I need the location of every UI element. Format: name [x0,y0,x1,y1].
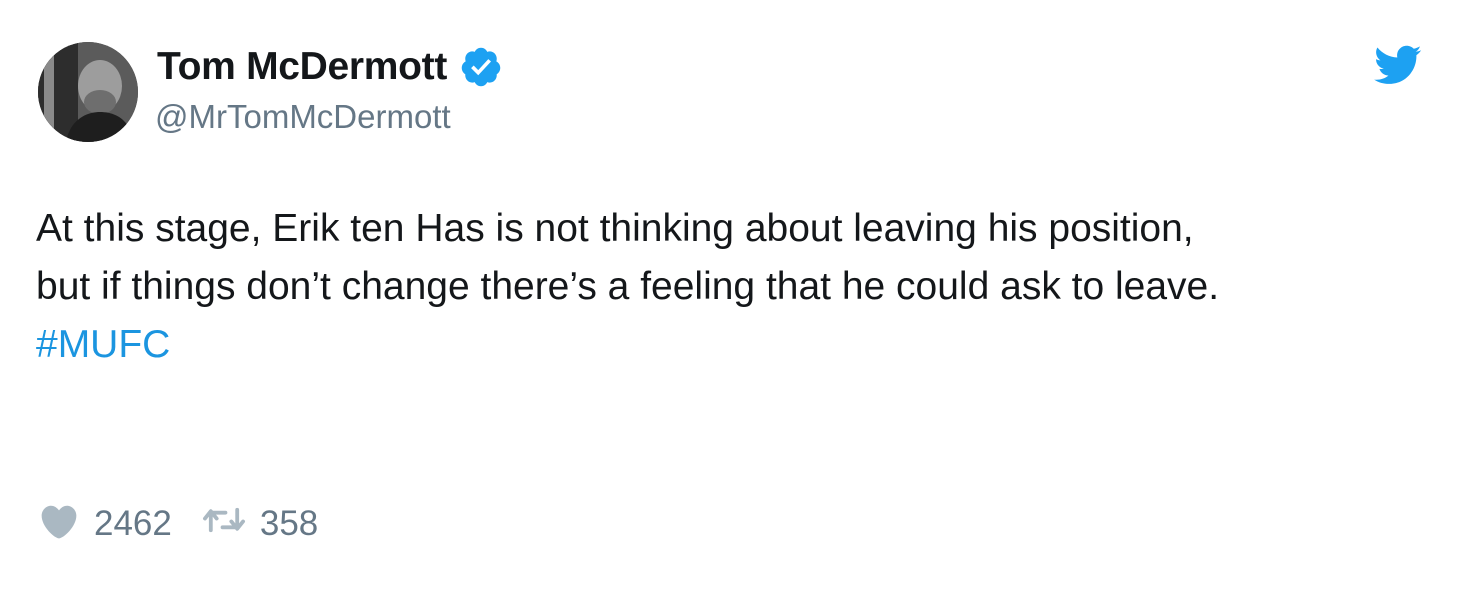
tweet-card: Tom McDermott @MrTomMcDermott At this st… [0,0,1460,595]
avatar[interactable] [38,42,138,142]
author-name-row[interactable]: Tom McDermott [157,44,503,90]
tweet-text-line: but if things don’t change there’s a fee… [36,265,1220,308]
heart-icon [38,501,80,548]
verified-badge-icon [459,45,503,89]
tweet-actions: 2462 358 [38,500,318,548]
hashtag-link[interactable]: #MUFC [36,316,1436,374]
like-count: 2462 [94,504,172,543]
tweet-text: At this stage, Erik ten Has is not think… [36,200,1436,374]
twitter-bird-icon[interactable] [1372,44,1422,88]
retweet-count: 358 [259,504,319,543]
author-handle[interactable]: @MrTomMcDermott [155,98,451,136]
like-button[interactable]: 2462 [38,501,172,548]
author-display-name[interactable]: Tom McDermott [157,45,447,89]
retweet-icon [202,504,246,544]
avatar-photo [38,42,138,142]
retweet-button[interactable]: 358 [202,504,318,544]
tweet-text-line: At this stage, Erik ten Has is not think… [36,207,1194,250]
